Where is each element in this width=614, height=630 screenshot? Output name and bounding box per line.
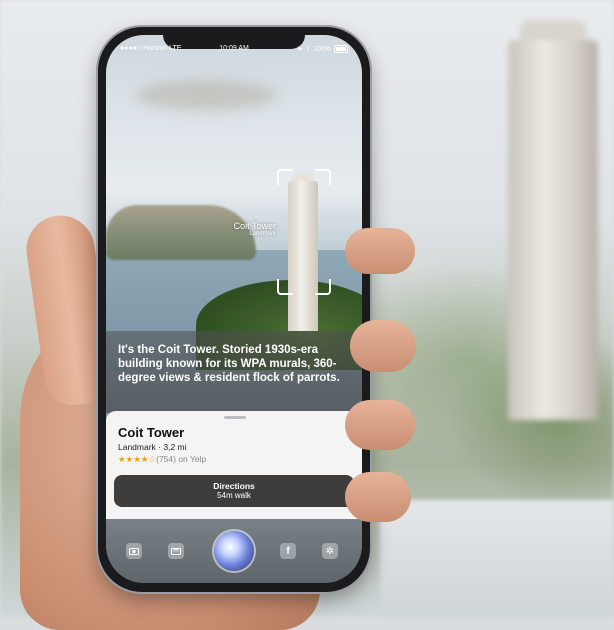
place-subtitle: Landmark · 3,2 mi <box>118 442 187 452</box>
camera-icon[interactable] <box>126 543 142 559</box>
facebook-icon[interactable]: f <box>280 543 296 559</box>
focus-frame-bottom-right <box>315 279 331 295</box>
siri-response: It's the Coit Tower. Storied 1930s-era b… <box>106 331 362 413</box>
bluetooth-icon: ᛒ <box>305 45 311 53</box>
finger-4 <box>345 472 411 522</box>
background-tower <box>508 40 598 420</box>
finger-2 <box>350 320 416 372</box>
directions-label: Directions <box>213 481 255 491</box>
tower <box>288 181 318 331</box>
fog <box>136 80 276 110</box>
place-card[interactable]: Coit Tower Landmark · 3,2 mi ★★★★☆(754) … <box>106 411 362 519</box>
place-rating[interactable]: ★★★★☆(754) on Yelp <box>118 454 206 465</box>
finger-3 <box>345 400 415 450</box>
phone-screen: ●●●●○ Horizon LTE 10:09 AM ➤ ᛒ 100% Coit… <box>106 35 362 583</box>
ar-landmark-label[interactable]: Coit Tower Landmark <box>234 221 276 237</box>
yelp-icon[interactable]: ✲ <box>322 543 338 559</box>
focus-frame-top-left <box>277 169 293 185</box>
rating-stars: ★★★★☆ <box>118 454 157 464</box>
background-building <box>380 500 614 616</box>
directions-time: 54m walk <box>217 491 251 500</box>
camera-switch-icon[interactable] <box>168 543 184 559</box>
finger-1 <box>345 228 415 274</box>
ar-landmark-name: Coit Tower <box>233 221 276 231</box>
carrier-label: ●●●●○ Horizon LTE <box>120 45 182 52</box>
review-count: (754) on Yelp <box>156 454 207 464</box>
status-right: ➤ ᛒ 100% <box>297 45 348 53</box>
ar-landmark-type: Landmark <box>249 231 276 237</box>
focus-frame-bottom-left <box>277 279 293 295</box>
battery-percent: 100% <box>313 45 331 53</box>
battery-icon <box>334 45 348 53</box>
directions-button[interactable]: Directions 54m walk <box>114 475 354 507</box>
bottom-toolbar: f ✲ <box>106 519 362 583</box>
location-icon: ➤ <box>297 46 303 53</box>
focus-frame-top-right <box>315 169 331 185</box>
status-bar: ●●●●○ Horizon LTE 10:09 AM ➤ ᛒ 100% <box>120 45 348 59</box>
place-title: Coit Tower <box>118 425 185 440</box>
clock: 10:09 AM <box>219 45 249 52</box>
siri-icon[interactable] <box>214 531 254 571</box>
card-grabber[interactable] <box>224 416 246 419</box>
